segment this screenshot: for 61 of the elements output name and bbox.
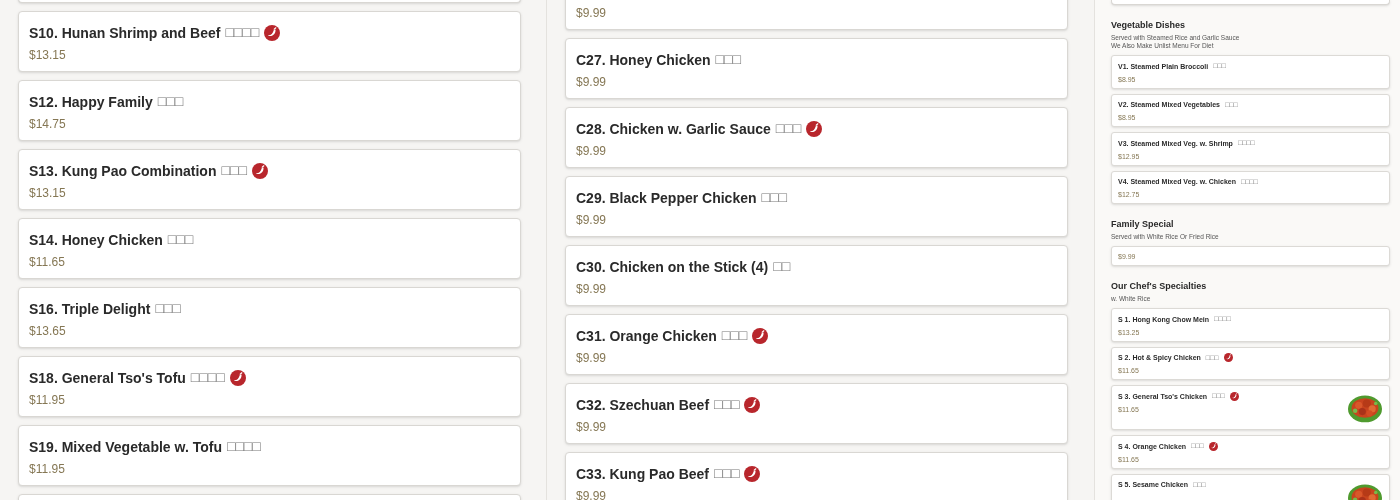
dish-name: C27. Honey Chicken (576, 50, 711, 70)
menu-item-card[interactable]: S13. Kung Pao Combination □□□ $13.15 (18, 149, 521, 210)
chinese-name: □□□ (157, 92, 184, 111)
menu-item-card[interactable]: C30. Chicken on the Stick (4) □□ $9.99 (565, 245, 1068, 306)
menu-item-card[interactable]: C32. Szechuan Beef □□□ $9.99 (565, 383, 1068, 444)
dish-name: S16. Triple Delight (29, 299, 151, 319)
dish-price: $9.99 (576, 143, 608, 159)
dish-price: $14.75 (29, 116, 67, 132)
menu-item-card[interactable]: C33. Kung Pao Beef □□□ $9.99 (565, 452, 1068, 500)
dish-name: S19. Mixed Vegetable w. Tofu (29, 437, 222, 457)
dish-name: S18. General Tso's Tofu (29, 368, 186, 388)
menu-item-card[interactable]: C31. Orange Chicken □□□ $9.99 (565, 314, 1068, 375)
dish-price: $13.65 (29, 323, 67, 339)
dish-name: S10. Hunan Shrimp and Beef (29, 23, 221, 43)
section-heading: Family Special (1111, 218, 1175, 230)
dish-price: $9.99 (576, 74, 608, 90)
dish-price: $13.15 (29, 47, 67, 63)
chinese-name: □□ (773, 257, 791, 276)
menu-item-card[interactable]: S19. Mixed Vegetable w. Tofu □□□□ $11.95 (18, 425, 521, 486)
chinese-name: □□□ (714, 395, 740, 414)
dish-price: $9.99 (576, 5, 608, 21)
dish-name: C30. Chicken on the Stick (4) (576, 257, 769, 277)
menu-item-card[interactable]: $9.99 (565, 0, 1068, 30)
menu-item-card[interactable]: S10. Hunan Shrimp and Beef □□□□ $13.15 (18, 11, 521, 72)
section-heading: Vegetable Dishes (1111, 19, 1187, 31)
chinese-name: □□□ (167, 230, 194, 249)
chinese-name: □□□ (761, 188, 787, 207)
chinese-name: □□□□ (226, 437, 261, 456)
dish-name: C29. Black Pepper Chicken (576, 188, 757, 208)
dish-price: $9.99 (576, 281, 608, 297)
dish-name: C33. Kung Pao Beef (576, 464, 710, 484)
dish-price: $9.99 (576, 350, 608, 366)
dish-price: $9.99 (576, 212, 608, 228)
chinese-name: □□□□ (225, 23, 260, 42)
chinese-name: □□□ (155, 299, 181, 318)
dish-name: C31. Orange Chicken (576, 326, 717, 346)
menu-item-card[interactable]: S12. Happy Family □□□ $14.75 (18, 80, 521, 141)
dish-price: $13.15 (29, 185, 67, 201)
dish-name: C32. Szechuan Beef (576, 395, 710, 415)
menu-item-card[interactable]: S14. Honey Chicken □□□ $11.65 (18, 218, 521, 279)
dish-price: $11.95 (29, 392, 66, 408)
dish-price: $9.99 (576, 419, 608, 435)
dish-name: S14. Honey Chicken (29, 230, 163, 250)
chinese-name: □□□ (721, 326, 748, 345)
chinese-name: □□□ (221, 161, 247, 180)
dish-name: S12. Happy Family (29, 92, 153, 112)
section-heading: Our Chef's Specialties (1111, 280, 1208, 292)
menu-item-card[interactable]: C29. Black Pepper Chicken □□□ $9.99 (565, 176, 1068, 237)
dish-name: S13. Kung Pao Combination (29, 161, 217, 181)
dish-name: C28. Chicken w. Garlic Sauce (576, 119, 771, 139)
chinese-name: □□□ (714, 464, 740, 483)
menu-item-card[interactable]: C28. Chicken w. Garlic Sauce □□□ $9.99 (565, 107, 1068, 168)
menu-item-card[interactable]: S16. Triple Delight □□□ $13.65 (18, 287, 521, 348)
chinese-name: □□□□ (190, 368, 225, 387)
dish-price: $11.95 (29, 461, 66, 477)
dish-price: $9.99 (576, 488, 608, 500)
chinese-name: □□□ (715, 50, 741, 69)
menu-item-card[interactable]: C27. Honey Chicken □□□ $9.99 (565, 38, 1068, 99)
chinese-name: □□□ (775, 119, 802, 138)
menu-item-card[interactable]: S18. General Tso's Tofu □□□□ $11.95 (18, 356, 521, 417)
dish-price: $11.65 (29, 254, 66, 270)
